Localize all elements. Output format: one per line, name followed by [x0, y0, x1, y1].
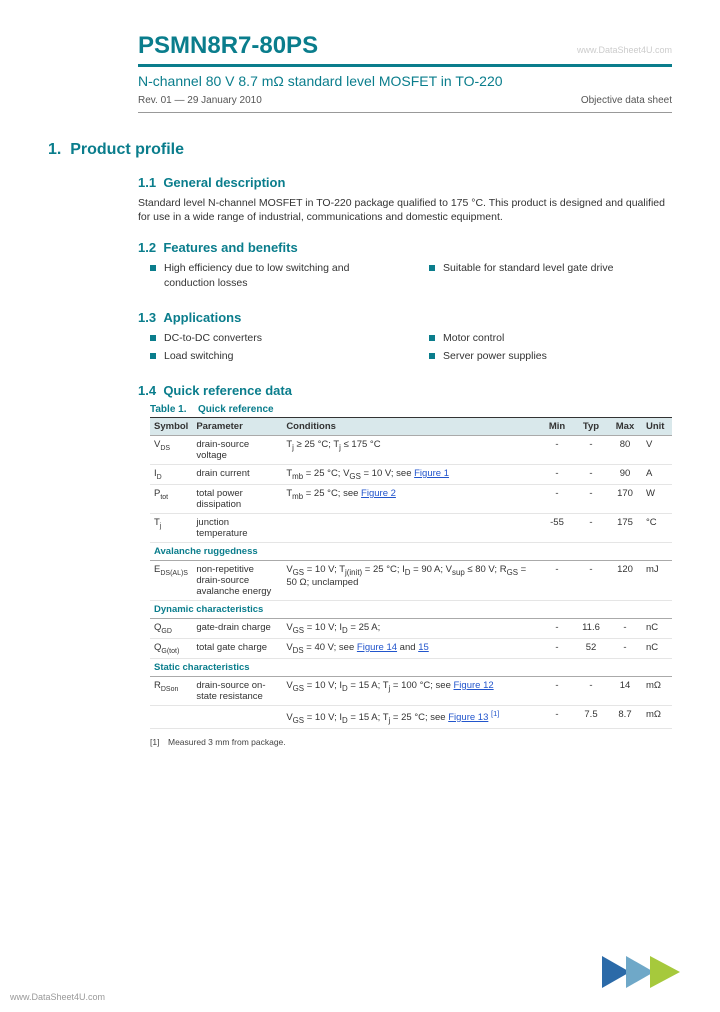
section-1-3-heading: 1.3 Applications — [138, 310, 672, 325]
table-row: QG(tot)total gate chargeVDS = 40 V; see … — [150, 638, 672, 658]
table-subheading: Static characteristics — [150, 658, 672, 676]
revision-text: Rev. 01 — 29 January 2010 — [138, 95, 262, 106]
bullet-icon — [429, 265, 435, 271]
section-1-4-heading: 1.4 Quick reference data — [138, 383, 672, 398]
col-conditions: Conditions — [282, 418, 540, 436]
part-number: PSMN8R7-80PS — [138, 32, 318, 60]
bullet-icon — [150, 265, 156, 271]
table-row: EDS(AL)Snon-repetitive drain-source aval… — [150, 560, 672, 600]
list-item: High efficiency due to low switching and… — [138, 261, 393, 289]
col-typ: Typ — [574, 418, 608, 436]
bullet-icon — [429, 353, 435, 359]
applications-list: DC-to-DC converters Load switching Motor… — [138, 331, 672, 367]
section-1-2-heading: 1.2 Features and benefits — [138, 240, 672, 255]
quick-reference-table: Symbol Parameter Conditions Min Typ Max … — [150, 417, 672, 729]
section-1-1-heading: 1.1 General description — [138, 175, 672, 190]
col-symbol: Symbol — [150, 418, 192, 436]
list-item: DC-to-DC converters — [138, 331, 393, 345]
table-subheading: Avalanche ruggedness — [150, 542, 672, 560]
list-item: Motor control — [417, 331, 672, 345]
table-row: VGS = 10 V; ID = 15 A; Tj = 25 °C; see F… — [150, 705, 672, 728]
col-min: Min — [540, 418, 574, 436]
bullet-icon — [429, 335, 435, 341]
header-faint-url: www.DataSheet4U.com — [577, 45, 672, 55]
footnote: [1]Measured 3 mm from package. — [150, 737, 672, 747]
footer-url: www.DataSheet4U.com — [10, 992, 105, 1002]
table-caption: Table 1.Quick reference — [138, 404, 672, 415]
list-item: Load switching — [138, 349, 393, 363]
table-row: IDdrain currentTmb = 25 °C; VGS = 10 V; … — [150, 465, 672, 485]
nxp-logo — [602, 956, 680, 988]
features-list: High efficiency due to low switching and… — [138, 261, 672, 293]
bullet-icon — [150, 335, 156, 341]
list-item: Suitable for standard level gate drive — [417, 261, 672, 275]
col-max: Max — [608, 418, 642, 436]
table-row: Tjjunction temperature-55-175°C — [150, 513, 672, 542]
col-parameter: Parameter — [192, 418, 282, 436]
table-subheading: Dynamic characteristics — [150, 600, 672, 618]
subtitle: N-channel 80 V 8.7 mΩ standard level MOS… — [138, 73, 672, 89]
table-row: Ptottotal power dissipationTmb = 25 °C; … — [150, 484, 672, 513]
bullet-icon — [150, 353, 156, 359]
table-row: RDSondrain-source on-state resistanceVGS… — [150, 676, 672, 705]
general-description-text: Standard level N-channel MOSFET in TO-22… — [138, 196, 672, 224]
doc-type: Objective data sheet — [581, 95, 672, 106]
list-item: Server power supplies — [417, 349, 672, 363]
table-row: VDSdrain-source voltageTj ≥ 25 °C; Tj ≤ … — [150, 436, 672, 465]
section-1-heading: 1. Product profile — [48, 141, 672, 159]
col-unit: Unit — [642, 418, 672, 436]
table-row: QGDgate-drain chargeVGS = 10 V; ID = 25 … — [150, 618, 672, 638]
